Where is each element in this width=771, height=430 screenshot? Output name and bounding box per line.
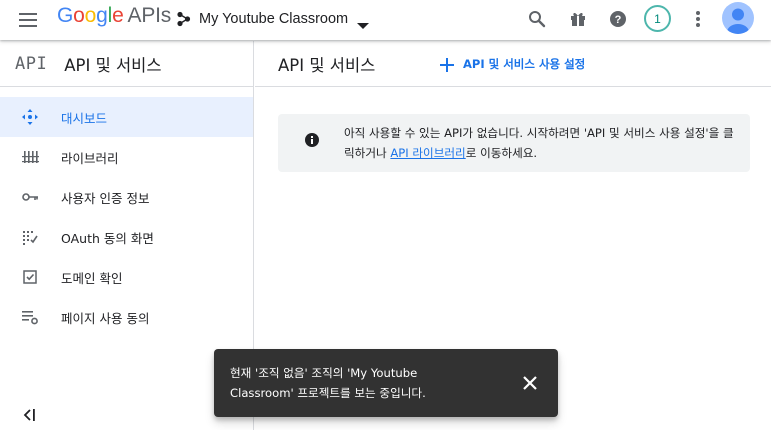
sidebar-item-domain-verification[interactable]: 도메인 확인 (0, 257, 253, 297)
collapse-sidebar-icon[interactable] (22, 407, 38, 423)
library-icon (21, 148, 39, 166)
info-icon (304, 132, 320, 148)
sidebar-item-page-usage[interactable]: 페이지 사용 동의 (0, 297, 253, 337)
more-vert-icon[interactable] (687, 8, 709, 30)
help-icon[interactable]: ? (607, 8, 629, 30)
plus-icon (440, 57, 454, 72)
enable-apis-label: API 및 서비스 사용 설정 (463, 57, 586, 71)
sidebar-nav: 대시보드 라이브러리 사용자 인증 정보 OAuth 동의 화면 도메인 확인 (0, 97, 253, 337)
sidebar-item-label: 페이지 사용 동의 (61, 310, 150, 326)
sidebar-item-dashboard[interactable]: 대시보드 (0, 97, 253, 137)
consent-icon (21, 228, 39, 246)
sidebar-item-credentials[interactable]: 사용자 인증 정보 (0, 177, 253, 217)
gift-icon[interactable] (567, 8, 589, 30)
enable-apis-button[interactable]: API 및 서비스 사용 설정 (440, 53, 585, 75)
domain-check-icon (21, 268, 39, 286)
project-icon (176, 11, 192, 27)
snackbar: 현재 '조직 없음' 조직의 'My Youtube Classroom' 프로… (214, 349, 558, 417)
close-icon[interactable] (522, 375, 538, 391)
page-title: API 및 서비스 (278, 55, 376, 75)
info-message-box: 아직 사용할 수 있는 API가 없습니다. 시작하려면 'API 및 서비스 … (278, 114, 750, 172)
notification-badge[interactable]: 1 (644, 5, 671, 32)
svg-text:?: ? (615, 14, 622, 26)
chevron-down-icon (357, 15, 370, 29)
main-menu-icon[interactable] (18, 10, 40, 30)
api-library-link[interactable]: API 라이브러리 (390, 146, 465, 160)
api-logo: API (15, 53, 48, 74)
google-apis-logo[interactable]: Google APIs (57, 4, 171, 28)
sidebar-item-library[interactable]: 라이브러리 (0, 137, 253, 177)
project-name: My Youtube Classroom (199, 11, 349, 27)
snackbar-message: 현재 '조직 없음' 조직의 'My Youtube Classroom' 프로… (230, 366, 426, 400)
dashboard-icon (21, 108, 39, 126)
sidebar-title: API 및 서비스 (64, 55, 162, 75)
sidebar-header: API API 및 서비스 (0, 41, 253, 87)
sidebar-item-label: 도메인 확인 (61, 270, 123, 286)
sidebar-item-oauth-consent[interactable]: OAuth 동의 화면 (0, 217, 253, 257)
sidebar-item-label: 대시보드 (61, 110, 108, 126)
sidebar-item-label: 사용자 인증 정보 (61, 190, 150, 206)
project-selector[interactable]: My Youtube Classroom (176, 8, 370, 30)
sidebar-item-label: OAuth 동의 화면 (61, 230, 154, 246)
search-icon[interactable] (526, 8, 548, 30)
account-avatar[interactable] (722, 2, 754, 34)
sidebar-item-label: 라이브러리 (61, 150, 119, 166)
page-usage-icon (21, 308, 39, 326)
key-icon (21, 188, 39, 206)
info-message: 아직 사용할 수 있는 API가 없습니다. 시작하려면 'API 및 서비스 … (344, 126, 734, 160)
top-app-bar: Google APIs My Youtube Classroom ? 1 (0, 0, 771, 40)
